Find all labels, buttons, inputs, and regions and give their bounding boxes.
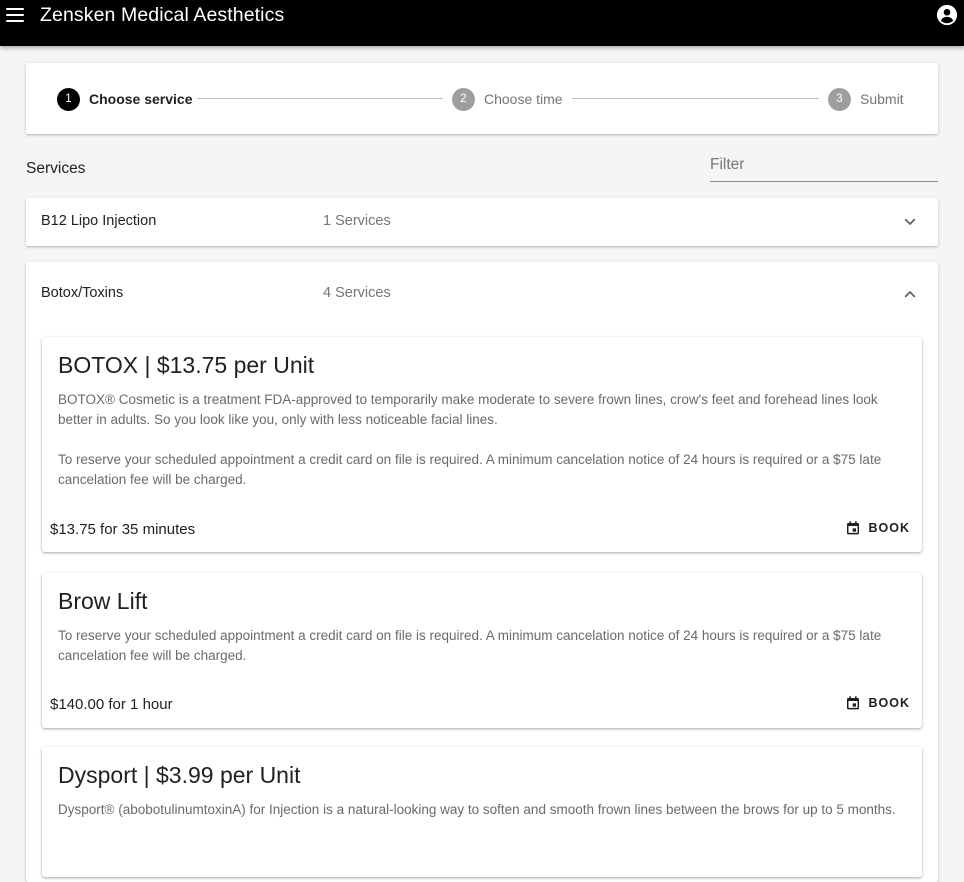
step-connector [572,98,819,99]
stepper: 1 Choose service 2 Choose time 3 Submit [26,63,938,134]
service-description: BOTOX® Cosmetic is a treatment FDA-appro… [58,390,908,490]
service-price: $140.00 for 1 hour [50,696,173,713]
service-description: Dysport® (abobotulinumtoxinA) for Inject… [58,800,908,820]
step-label: Choose service [89,91,193,107]
calendar-icon [846,696,859,710]
service-card-botox: BOTOX | $13.75 per Unit BOTOX® Cosmetic … [42,337,922,552]
category-count: 1 Services [323,213,391,229]
book-button[interactable]: BOOK [845,520,911,536]
step-number: 2 [452,87,475,111]
chevron-down-icon[interactable] [902,214,918,230]
step-submit[interactable]: 3 Submit [828,87,904,111]
service-title: BOTOX | $13.75 per Unit [58,352,315,378]
app-bar: Zensken Medical Aesthetics [0,0,964,46]
service-price: $13.75 for 35 minutes [50,521,196,538]
service-title: Brow Lift [58,588,148,614]
book-label: BOOK [868,521,910,535]
category-panel-b12: B12 Lipo Injection 1 Services [26,198,938,246]
step-choose-service[interactable]: 1 Choose service [57,87,193,111]
service-card-dysport: Dysport | $3.99 per Unit Dysport® (abobo… [42,747,922,877]
filter-input[interactable] [710,150,938,180]
step-connector [197,98,443,99]
category-header[interactable]: Botox/Toxins 4 Services [26,262,938,326]
step-label: Submit [860,91,904,107]
category-name: B12 Lipo Injection [41,213,157,229]
services-heading: Services [26,160,86,177]
step-label: Choose time [484,91,563,107]
book-button[interactable]: BOOK [845,695,911,711]
category-name: Botox/Toxins [41,285,124,301]
service-description: To reserve your scheduled appointment a … [58,626,908,666]
menu-icon[interactable] [6,4,28,26]
step-number: 1 [57,87,80,111]
filter-field [710,150,938,182]
description-paragraph: To reserve your scheduled appointment a … [58,628,882,663]
step-number: 3 [828,87,851,111]
calendar-icon [846,521,859,535]
chevron-up-icon[interactable] [902,286,918,302]
category-panel-botox: Botox/Toxins 4 Services BOTOX | $13.75 p… [26,262,938,882]
category-header[interactable]: B12 Lipo Injection 1 Services [26,198,938,246]
description-paragraph: BOTOX® Cosmetic is a treatment FDA-appro… [58,392,878,427]
description-paragraph: Dysport® (abobotulinumtoxinA) for Inject… [58,802,896,817]
app-title: Zensken Medical Aesthetics [40,4,285,26]
service-title: Dysport | $3.99 per Unit [58,762,301,788]
book-label: BOOK [868,696,910,710]
step-choose-time[interactable]: 2 Choose time [452,87,563,111]
description-paragraph: To reserve your scheduled appointment a … [58,452,882,487]
category-count: 4 Services [323,285,391,301]
service-card-brow-lift: Brow Lift To reserve your scheduled appo… [42,573,922,728]
account-circle-icon[interactable] [936,4,958,26]
